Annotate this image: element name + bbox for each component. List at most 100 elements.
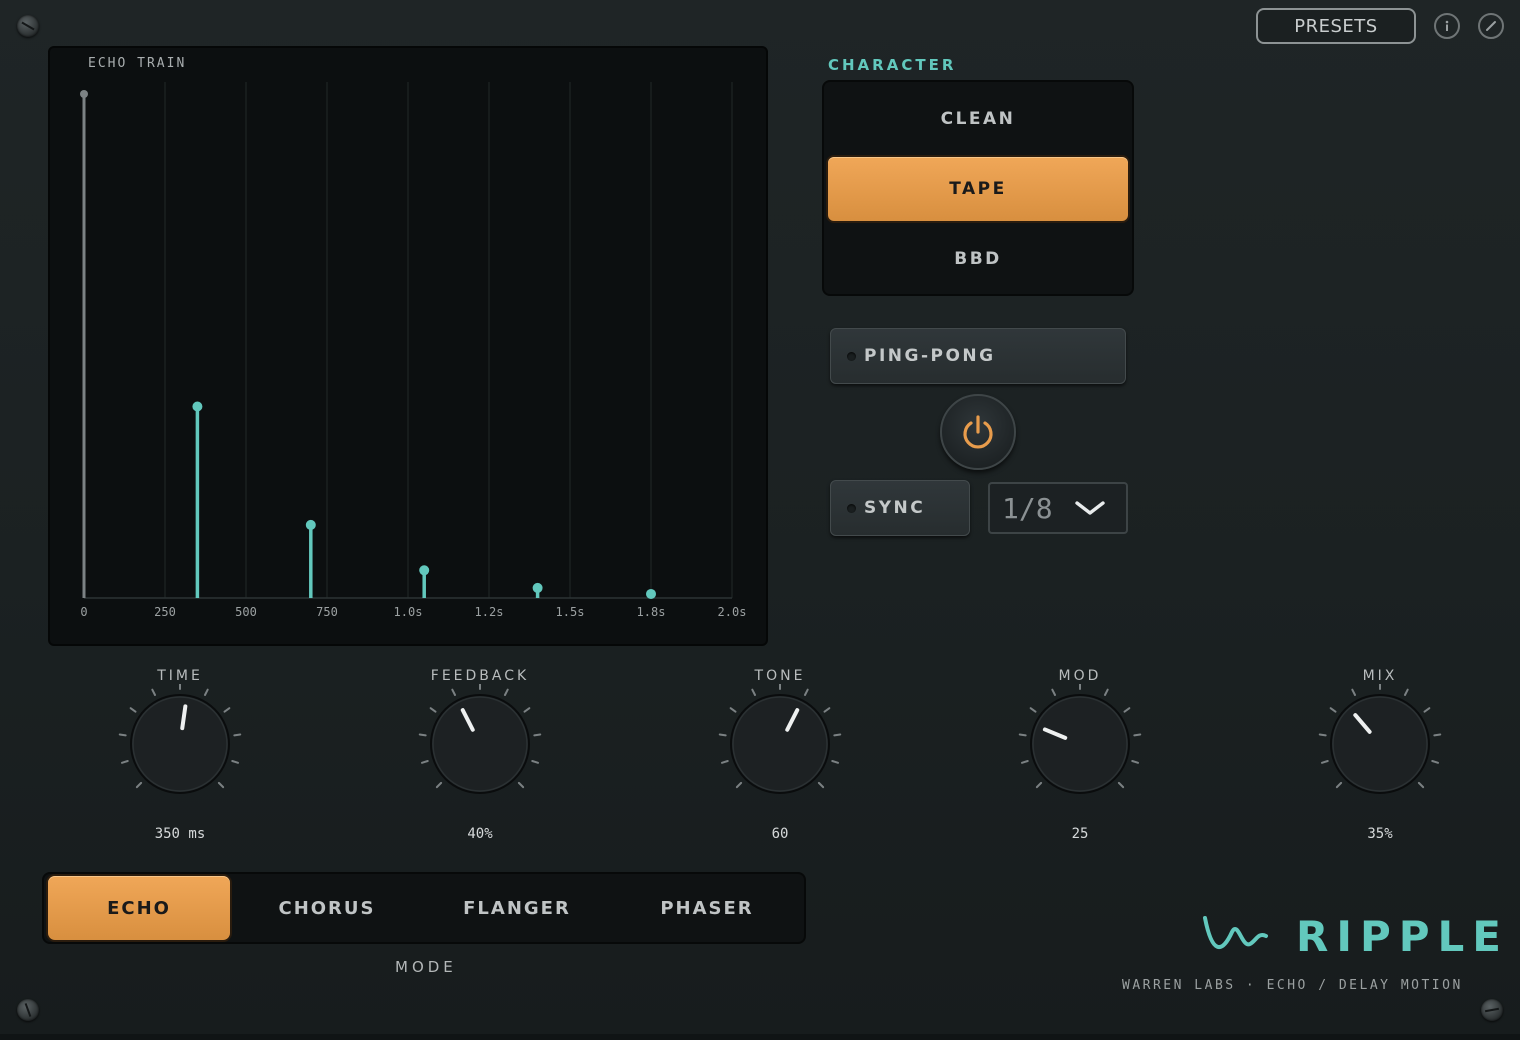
feedback-knob-value: 40% [467, 826, 493, 842]
knob-tick [231, 759, 240, 764]
knob-tick [1020, 759, 1029, 764]
knob-tick [1318, 733, 1327, 737]
x-tick-label: 1.0s [394, 605, 423, 619]
time-knob[interactable] [110, 682, 250, 804]
ping-pong-led [847, 351, 856, 361]
knob-tick [203, 688, 209, 696]
x-tick-label: 250 [154, 605, 176, 619]
knob-tick [831, 759, 840, 764]
knob-body [730, 694, 830, 794]
presets-button[interactable]: PRESETS [1256, 8, 1416, 44]
mode-label: MODE [395, 958, 457, 976]
mod-knob-value: 25 [1071, 826, 1089, 842]
character-option-clean[interactable]: CLEAN [826, 86, 1130, 152]
power-icon [963, 415, 993, 449]
sync-division-select[interactable]: 1/8 [988, 482, 1128, 534]
knob-tick [1423, 707, 1431, 713]
echo-train-chart: 0 250 500 750 1.0s 1.2s 1.5s 1.8s 2.0s [80, 82, 746, 619]
character-option-tape[interactable]: TAPE [828, 157, 1128, 221]
x-tick-label: 1.5s [556, 605, 585, 619]
screw-top-left [17, 15, 39, 37]
knob-tick [833, 733, 842, 737]
knob-tick [223, 707, 231, 713]
knob-tick [823, 707, 831, 713]
knob-tick [1051, 688, 1057, 696]
knob-tick [1103, 688, 1109, 696]
knob-tick [1018, 733, 1027, 737]
x-tick-label: 750 [316, 605, 338, 619]
knob-tick [523, 707, 531, 713]
echo-tap-point [192, 401, 203, 412]
mode-option-phaser[interactable]: PHASER [616, 876, 798, 940]
mode-option-flanger[interactable]: FLANGER [426, 876, 608, 940]
mode-option-chorus[interactable]: CHORUS [236, 876, 418, 940]
knob-tick [729, 707, 737, 713]
time-knob-label: TIME [157, 668, 203, 684]
mod-knob[interactable] [1010, 682, 1150, 804]
knob-tick [1133, 733, 1142, 737]
sync-led [847, 503, 856, 513]
dry-signal-point [80, 90, 88, 98]
ping-pong-label: PING-PONG [864, 346, 996, 366]
info-icon[interactable] [1434, 13, 1460, 39]
knob-tick [1117, 781, 1125, 789]
echo-train-title: ECHO TRAIN [88, 56, 187, 71]
knob-tick [1431, 759, 1440, 764]
knob-tick [735, 781, 743, 789]
power-button[interactable] [940, 394, 1016, 470]
knob-tick [1329, 707, 1337, 713]
echo-tap-point [419, 565, 430, 576]
knob-tick [503, 688, 509, 696]
feedback-knob-label: FEEDBACK [430, 668, 530, 684]
character-option-bbd[interactable]: BBD [826, 226, 1130, 292]
feedback-knob[interactable] [410, 682, 550, 804]
ping-pong-toggle[interactable]: PING-PONG [830, 328, 1126, 384]
knob-body [130, 694, 230, 794]
sync-label: SYNC [864, 498, 926, 518]
knob-tick [420, 759, 429, 764]
knob-tick [803, 688, 809, 696]
knob-tick [135, 781, 143, 789]
knob-tick [217, 781, 225, 789]
sync-toggle[interactable]: SYNC [830, 480, 970, 536]
echo-tap-point [646, 588, 656, 599]
knob-tick [418, 733, 427, 737]
mode-option-echo[interactable]: ECHO [48, 876, 230, 940]
knob-group-time: TIME 350 ms [110, 668, 250, 842]
time-knob-value: 350 ms [154, 826, 206, 842]
knob-tick [817, 781, 825, 789]
knob-tick [120, 759, 129, 764]
knob-tick [1029, 707, 1037, 713]
tone-knob-label: TONE [754, 668, 806, 684]
knob-tick [531, 759, 540, 764]
knob-tick [1335, 781, 1343, 789]
panel-bottom-edge [0, 1034, 1520, 1040]
knob-group-feedback: FEEDBACK 40% [410, 668, 550, 842]
knob-tick [118, 733, 127, 737]
x-tick-label: 1.8s [637, 605, 666, 619]
knob-group-mix: MIX 35% [1310, 668, 1450, 842]
knob-tick [1123, 707, 1131, 713]
knob-tick [751, 688, 757, 696]
knob-tick [517, 781, 525, 789]
knob-tick [233, 733, 242, 737]
mod-knob-label: MOD [1058, 668, 1102, 684]
screw-bottom-right [1481, 999, 1503, 1021]
tone-knob[interactable] [710, 682, 850, 804]
knob-tick [718, 733, 727, 737]
knob-tick [1351, 688, 1357, 696]
knob-tick [1433, 733, 1442, 737]
knob-tick [1320, 759, 1329, 764]
chevron-down-icon [1075, 501, 1105, 515]
knob-tick [533, 733, 542, 737]
knob-tick [429, 707, 437, 713]
knob-tick [1417, 781, 1425, 789]
edit-icon[interactable] [1478, 13, 1504, 39]
x-tick-label: 500 [235, 605, 257, 619]
x-tick-label: 0 [80, 605, 87, 619]
knob-tick [1035, 781, 1043, 789]
mix-knob[interactable] [1310, 682, 1450, 804]
screw-bottom-left [17, 999, 39, 1021]
knob-tick [151, 688, 157, 696]
brand-name: RIPPLE [1296, 912, 1509, 961]
